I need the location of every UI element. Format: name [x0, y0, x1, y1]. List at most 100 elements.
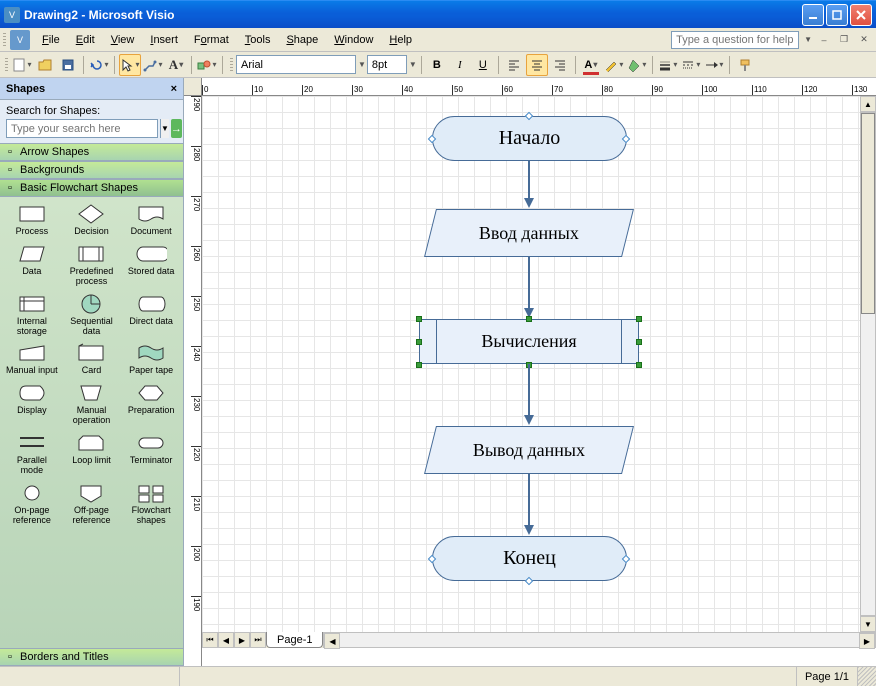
font-color-button[interactable]: A▾	[580, 54, 602, 76]
help-dropdown-icon[interactable]: ▼	[804, 35, 812, 44]
mdi-restore-button[interactable]: ❐	[836, 33, 852, 47]
italic-button[interactable]: I	[449, 54, 471, 76]
resize-grip-icon[interactable]	[858, 667, 876, 686]
shape-manual-input[interactable]: Manual input	[2, 340, 62, 378]
shape-flowchart-shapes[interactable]: Flowchart shapes	[121, 480, 181, 528]
shape-label: Data	[22, 267, 41, 277]
open-button[interactable]	[34, 54, 56, 76]
shape-terminator[interactable]: Terminator	[121, 430, 181, 478]
new-button[interactable]: ▾	[11, 54, 33, 76]
shape-label: Terminator	[130, 456, 173, 466]
canvas[interactable]: Начало Ввод данных Вычисления	[202, 96, 860, 632]
shape-paper-tape[interactable]: Paper tape	[121, 340, 181, 378]
scroll-left-button[interactable]: ◀	[324, 633, 340, 649]
stencil-borders-titles[interactable]: ▫ Borders and Titles	[0, 648, 183, 666]
shape-direct-data[interactable]: Direct data	[121, 291, 181, 339]
connector-tool-button[interactable]: ▾	[142, 54, 164, 76]
menubar: V File Edit View Insert Format Tools Sha…	[0, 28, 876, 52]
page-tab[interactable]: Page-1	[266, 632, 323, 648]
maximize-button[interactable]	[826, 4, 848, 26]
shape-predefined-process[interactable]: Predefined process	[62, 241, 122, 289]
align-left-button[interactable]	[503, 54, 525, 76]
toolbar-grip[interactable]	[0, 28, 8, 51]
shape-internal-storage[interactable]: Internal storage	[2, 291, 62, 339]
menu-view[interactable]: View	[103, 28, 143, 51]
menu-tools[interactable]: Tools	[237, 28, 279, 51]
stencil-icon: ▫	[4, 164, 16, 176]
tab-first-button[interactable]: ⏮	[202, 632, 218, 648]
font-family-combo[interactable]	[236, 55, 356, 74]
line-ends-button[interactable]: ▾	[703, 54, 725, 76]
shape-data[interactable]: Data	[2, 241, 62, 289]
menu-file[interactable]: File	[34, 28, 68, 51]
shape-manual-operation[interactable]: Manual operation	[62, 380, 122, 428]
line-weight-button[interactable]: ▾	[657, 54, 679, 76]
menu-shape[interactable]: Shape	[278, 28, 326, 51]
toolbar-grip-3[interactable]	[227, 58, 235, 72]
app-icon[interactable]: V	[10, 30, 30, 50]
shape-preparation[interactable]: Preparation	[121, 380, 181, 428]
underline-button[interactable]: U	[472, 54, 494, 76]
shape-stored-data[interactable]: Stored data	[121, 241, 181, 289]
shape-on-page-reference[interactable]: On-page reference	[2, 480, 62, 528]
tab-prev-button[interactable]: ◀	[218, 632, 234, 648]
flow-output-shape[interactable]: Вывод данных	[424, 426, 634, 474]
shape-parallel-mode[interactable]: Parallel mode	[2, 430, 62, 478]
menu-insert[interactable]: Insert	[142, 28, 186, 51]
shape-label: Loop limit	[72, 456, 111, 466]
search-dropdown-icon[interactable]: ▼	[160, 119, 169, 138]
font-size-combo[interactable]	[367, 55, 407, 74]
shape-process[interactable]: Process	[2, 201, 62, 239]
line-color-button[interactable]: ▾	[603, 54, 625, 76]
format-painter-button[interactable]	[734, 54, 756, 76]
mdi-close-button[interactable]: ✕	[856, 33, 872, 47]
align-center-button[interactable]	[526, 54, 548, 76]
menu-window[interactable]: Window	[326, 28, 381, 51]
font-size-dropdown-icon[interactable]: ▼	[409, 60, 417, 69]
stencil-basic-flowchart[interactable]: ▫ Basic Flowchart Shapes	[0, 179, 183, 197]
search-input[interactable]	[6, 119, 158, 138]
scroll-down-button[interactable]: ▼	[860, 616, 876, 632]
flow-input-shape[interactable]: Ввод данных	[424, 209, 634, 257]
sidebar-close-button[interactable]: ×	[171, 83, 177, 95]
pointer-tool-button[interactable]: ▾	[119, 54, 141, 76]
flow-start-shape[interactable]: Начало	[432, 116, 627, 161]
mdi-minimize-button[interactable]: –	[816, 33, 832, 47]
help-search-input[interactable]	[671, 31, 799, 49]
flow-end-shape[interactable]: Конец	[432, 536, 627, 581]
shape-display[interactable]: Display	[2, 380, 62, 428]
scroll-right-button[interactable]: ▶	[859, 633, 875, 649]
tab-next-button[interactable]: ▶	[234, 632, 250, 648]
shape-loop-limit[interactable]: Loop limit	[62, 430, 122, 478]
stencil-backgrounds[interactable]: ▫ Backgrounds	[0, 161, 183, 179]
toolbar-grip-2[interactable]	[2, 58, 10, 72]
vertical-scrollbar[interactable]: ▲ ▼	[860, 96, 876, 632]
vscroll-thumb[interactable]	[861, 113, 875, 314]
hscroll-track[interactable]: ◀ ▶	[323, 632, 876, 648]
shape-decision[interactable]: Decision	[62, 201, 122, 239]
close-button[interactable]	[850, 4, 872, 26]
font-family-dropdown-icon[interactable]: ▼	[358, 60, 366, 69]
text-tool-button[interactable]: A▾	[165, 54, 187, 76]
stencil-arrow-shapes[interactable]: ▫ Arrow Shapes	[0, 143, 183, 161]
flow-process-shape[interactable]: Вычисления	[419, 319, 639, 364]
save-button[interactable]	[57, 54, 79, 76]
shape-label: Direct data	[129, 317, 173, 327]
tab-last-button[interactable]: ⏭	[250, 632, 266, 648]
minimize-button[interactable]	[802, 4, 824, 26]
shape-off-page-reference[interactable]: Off-page reference	[62, 480, 122, 528]
scroll-up-button[interactable]: ▲	[860, 96, 876, 112]
shape-card[interactable]: Card	[62, 340, 122, 378]
menu-help[interactable]: Help	[381, 28, 420, 51]
undo-button[interactable]: ▾	[88, 54, 110, 76]
shape-sequential-data[interactable]: Sequential data	[62, 291, 122, 339]
align-right-button[interactable]	[549, 54, 571, 76]
menu-edit[interactable]: Edit	[68, 28, 103, 51]
search-go-button[interactable]: →	[171, 119, 182, 138]
line-pattern-button[interactable]: ▾	[680, 54, 702, 76]
menu-format[interactable]: Format	[186, 28, 237, 51]
bold-button[interactable]: B	[426, 54, 448, 76]
fill-color-button[interactable]: ▾	[626, 54, 648, 76]
shape-document[interactable]: Document	[121, 201, 181, 239]
shapes-pane-button[interactable]: ▾	[196, 54, 218, 76]
